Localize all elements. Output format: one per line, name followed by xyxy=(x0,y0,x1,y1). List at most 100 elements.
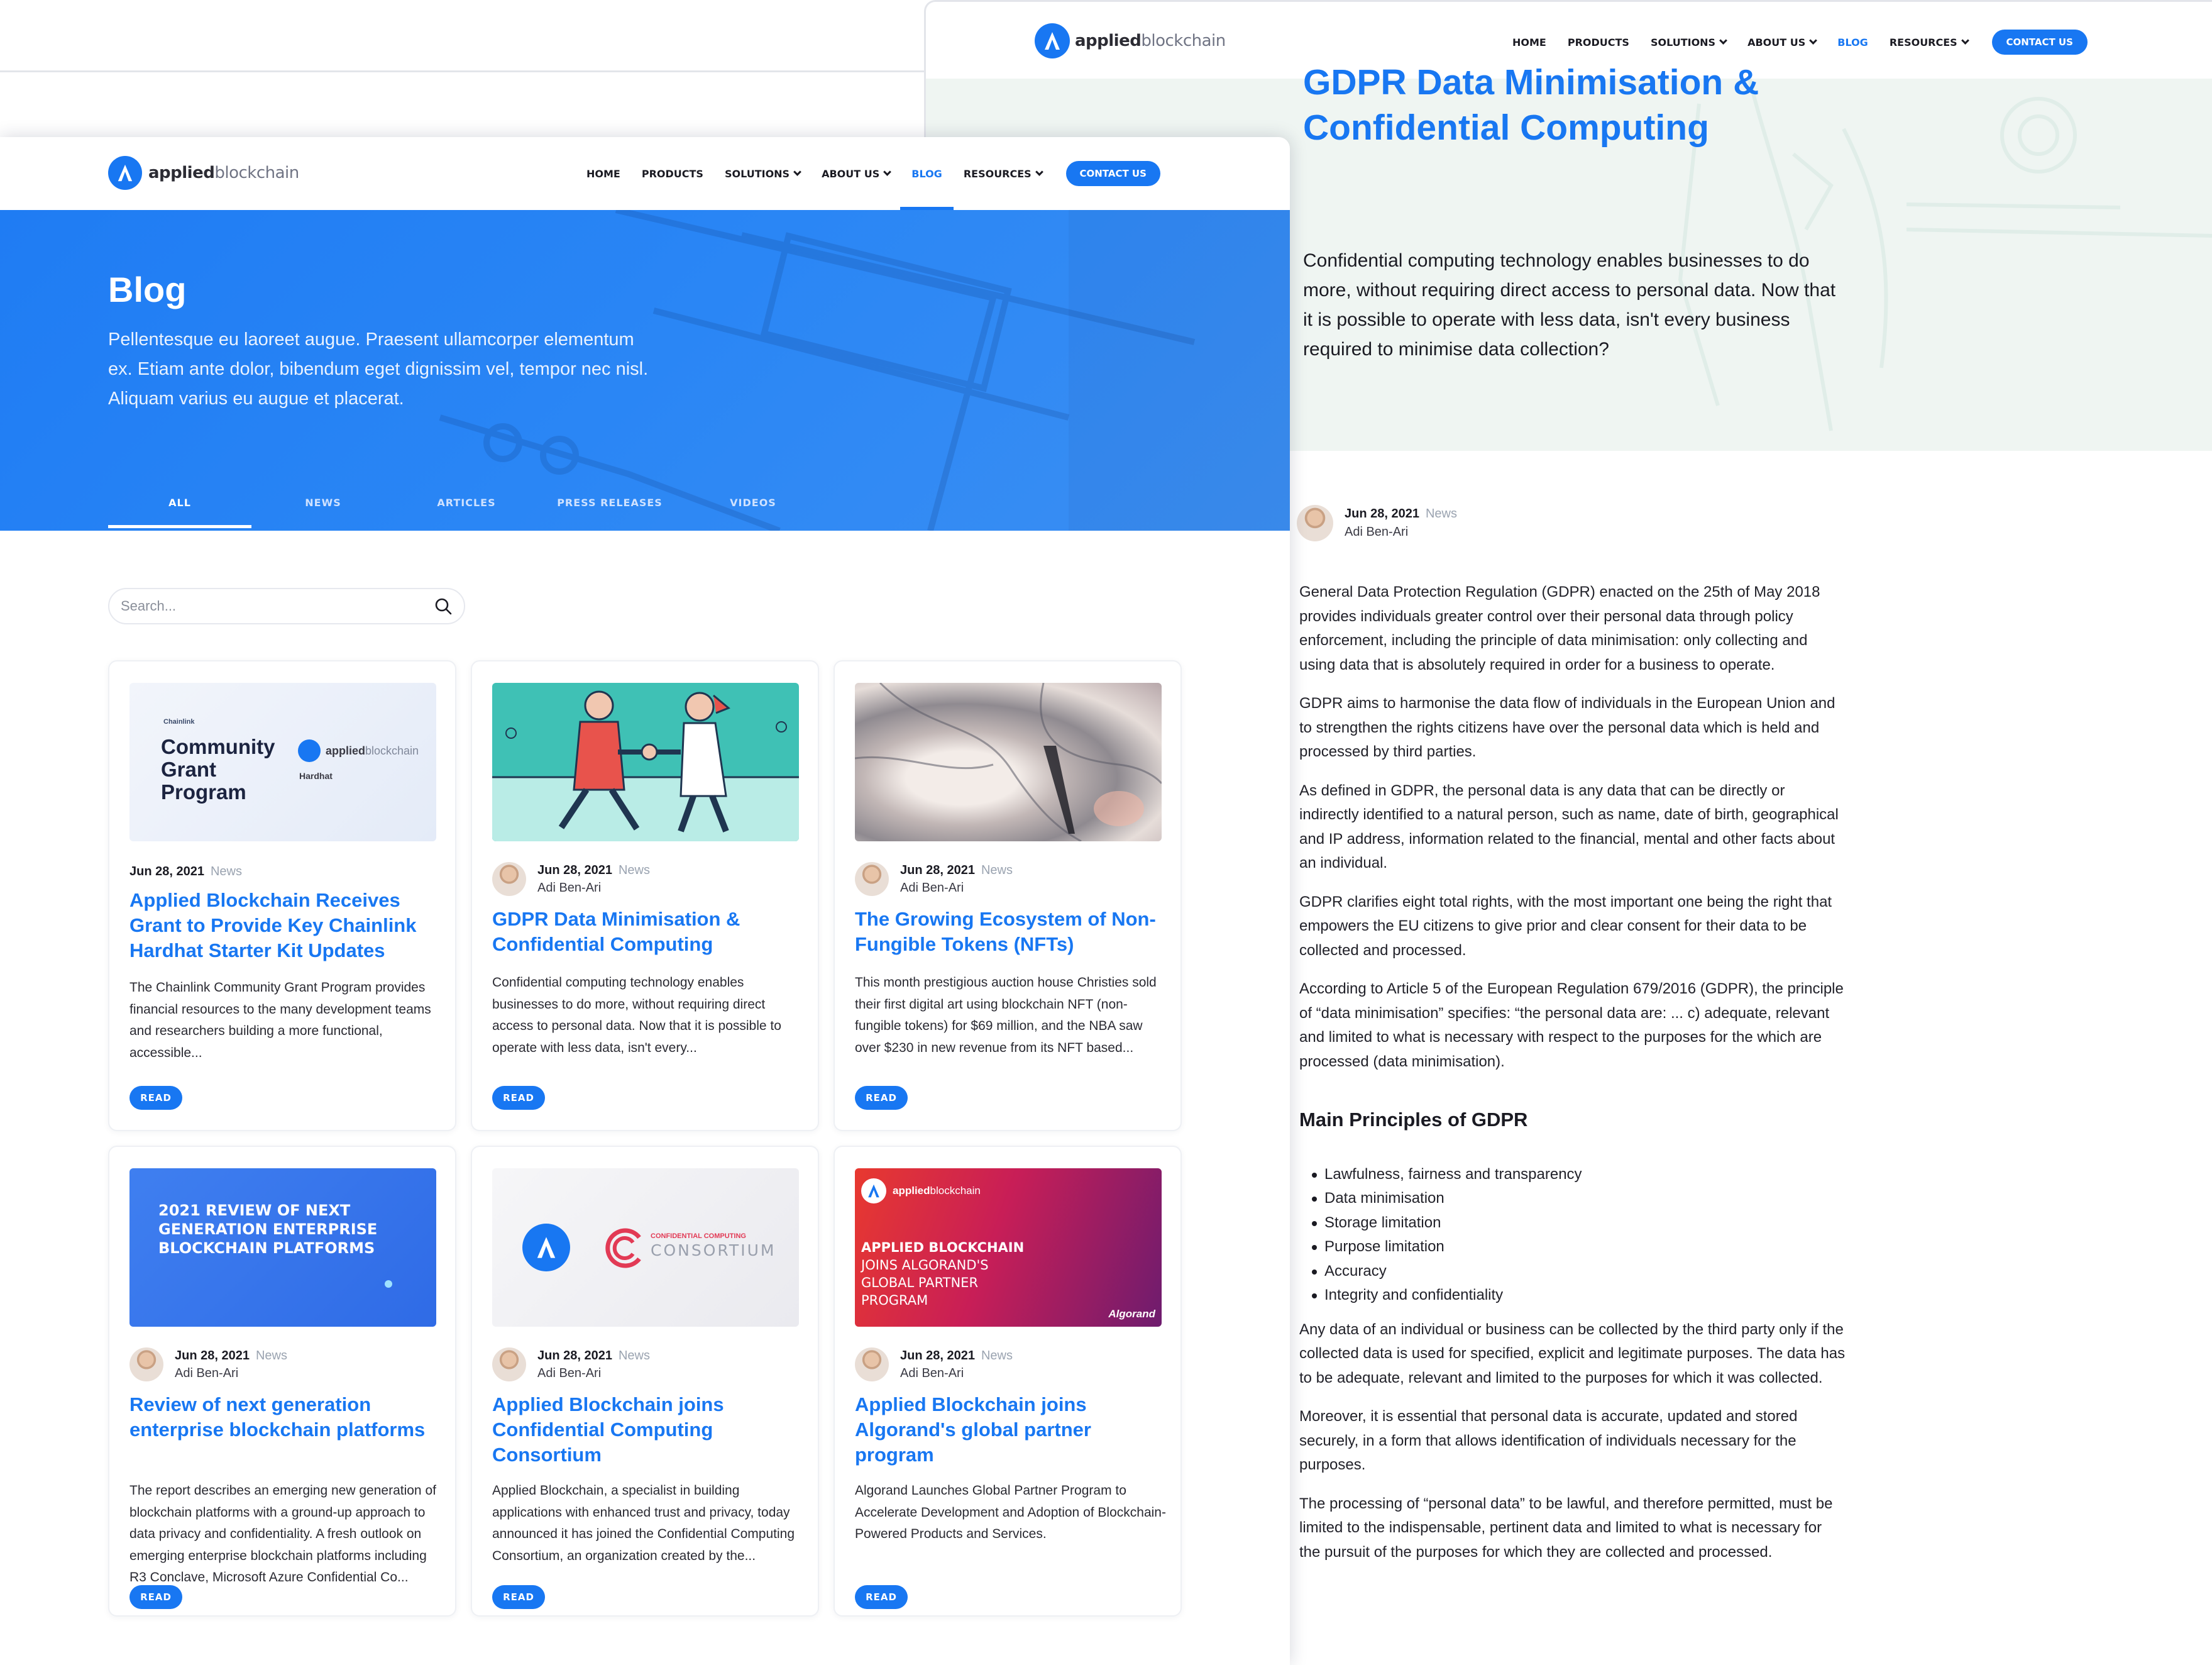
author-avatar xyxy=(1297,505,1333,541)
nav-solutions-label: SOLUTIONS xyxy=(1650,36,1716,48)
nav-products[interactable]: PRODUCTS xyxy=(642,168,703,180)
card-category[interactable]: News xyxy=(211,865,242,878)
card-meta: Jun 28, 2021 News Adi Ben-Ari xyxy=(855,861,1013,897)
blog-card[interactable]: CONFIDENTIAL COMPUTING CONSORTIUM Jun 28… xyxy=(471,1146,819,1617)
nav-resources[interactable]: RESOURCES xyxy=(1889,36,1969,48)
article-body: General Data Protection Regulation (GDPR… xyxy=(1299,580,1846,1579)
card-thumbnail xyxy=(855,683,1162,841)
tab-videos[interactable]: VIDEOS xyxy=(681,497,825,528)
blog-card[interactable]: appliedblockchain APPLIED BLOCKCHAIN JOI… xyxy=(834,1146,1182,1617)
thumb-headline: APPLIED BLOCKCHAIN JOINS ALGORAND'S GLOB… xyxy=(861,1240,1025,1308)
card-date: Jun 28, 2021 xyxy=(537,863,612,877)
nav-active-indicator xyxy=(900,206,954,210)
card-category[interactable]: News xyxy=(256,1349,287,1363)
nav-resources-label: RESOURCES xyxy=(1889,36,1957,48)
nav-solutions[interactable]: SOLUTIONS xyxy=(725,168,801,180)
nav-home[interactable]: HOME xyxy=(586,168,620,180)
card-thumbnail: Chainlink Community Grant Program applie… xyxy=(129,683,436,841)
nav-products[interactable]: PRODUCTS xyxy=(1568,36,1629,48)
search-icon[interactable] xyxy=(434,597,453,616)
blog-card[interactable]: 2021 REVIEW OF NEXT GENERATION ENTERPRIS… xyxy=(108,1146,456,1617)
tab-all[interactable]: ALL xyxy=(108,497,251,528)
card-title[interactable]: The Growing Ecosystem of Non-Fungible To… xyxy=(855,907,1166,957)
card-category[interactable]: News xyxy=(981,863,1013,877)
card-category[interactable]: News xyxy=(981,1349,1013,1363)
read-button[interactable]: READ xyxy=(492,1086,545,1110)
card-thumbnail: 2021 REVIEW OF NEXT GENERATION ENTERPRIS… xyxy=(129,1168,436,1327)
list-item: Integrity and confidentiality xyxy=(1312,1283,1846,1308)
article-category[interactable]: News xyxy=(1426,507,1457,521)
card-excerpt: Confidential computing technology enable… xyxy=(492,975,781,1055)
consortium-logo-icon xyxy=(605,1228,641,1268)
contact-us-button[interactable]: CONTACT US xyxy=(1991,30,2088,55)
card-author: Adi Ben-Ari xyxy=(900,1366,964,1380)
read-button[interactable]: READ xyxy=(855,1585,908,1609)
logo-mark-icon xyxy=(522,1224,570,1271)
article-paragraph: According to Article 5 of the European R… xyxy=(1299,980,1844,1070)
top-nav: HOME PRODUCTS SOLUTIONS ABOUT US BLOG RE… xyxy=(1512,30,2088,89)
handshake-illustration xyxy=(492,683,799,841)
contact-us-button[interactable]: CONTACT US xyxy=(1065,161,1160,186)
nav-home[interactable]: HOME xyxy=(1512,36,1546,48)
logo-mark-icon xyxy=(861,1178,886,1203)
algorand-logo: Algorand xyxy=(1108,1308,1155,1320)
read-button[interactable]: READ xyxy=(492,1585,545,1609)
article-paragraph: GDPR clarifies eight total rights, with … xyxy=(1299,893,1832,959)
card-category[interactable]: News xyxy=(619,863,650,877)
logo[interactable]: appliedblockchain xyxy=(1035,23,1226,58)
card-excerpt: The report describes an emerging new gen… xyxy=(129,1483,436,1585)
tab-articles[interactable]: ARTICLES xyxy=(395,497,538,528)
consortium-small-label: CONFIDENTIAL COMPUTING xyxy=(651,1232,746,1240)
nav-blog-label: BLOG xyxy=(911,167,942,180)
author-avatar xyxy=(855,1347,889,1381)
nav-resources[interactable]: RESOURCES xyxy=(964,168,1043,180)
list-item: Storage limitation xyxy=(1312,1211,1846,1236)
card-title[interactable]: Applied Blockchain joins Confidential Co… xyxy=(492,1392,803,1468)
read-button[interactable]: READ xyxy=(855,1086,908,1110)
search-input[interactable] xyxy=(119,597,434,615)
card-title[interactable]: Applied Blockchain joins Algorand's glob… xyxy=(855,1392,1166,1468)
chevron-down-icon xyxy=(1035,168,1043,176)
blog-card[interactable]: Chainlink Community Grant Program applie… xyxy=(108,660,456,1131)
page-description: Pellentesque eu laoreet augue. Praesent … xyxy=(108,329,649,409)
nav-blog[interactable]: BLOG xyxy=(900,167,954,210)
card-thumbnail: appliedblockchain APPLIED BLOCKCHAIN JOI… xyxy=(855,1168,1162,1327)
read-button[interactable]: READ xyxy=(129,1086,182,1110)
card-author: Adi Ben-Ari xyxy=(537,881,602,895)
nav-blog[interactable]: BLOG xyxy=(1826,36,1879,89)
article-title: GDPR Data Minimisation & Confidential Co… xyxy=(1303,62,1759,148)
thumb-hardhat-label: Hardhat xyxy=(299,771,333,781)
logo-wordmark: appliedblockchain xyxy=(1075,31,1226,50)
list-item: Lawfulness, fairness and transparency xyxy=(1312,1163,1846,1187)
logo-wordmark: appliedblockchain xyxy=(148,163,299,182)
chevron-down-icon xyxy=(1961,36,1969,45)
nav-about[interactable]: ABOUT US xyxy=(822,167,892,180)
nav-solutions[interactable]: SOLUTIONS xyxy=(1650,36,1727,48)
blog-card[interactable]: Jun 28, 2021 News Adi Ben-Ari GDPR Data M… xyxy=(471,660,819,1131)
list-item: Purpose limitation xyxy=(1312,1235,1846,1259)
nav-about[interactable]: ABOUT US xyxy=(1747,36,1818,48)
article-paragraph: Moreover, it is essential that personal … xyxy=(1299,1408,1798,1473)
article-paragraph: GDPR aims to harmonise the data flow of … xyxy=(1299,695,1835,760)
card-title[interactable]: Applied Blockchain Receives Grant to Pro… xyxy=(129,888,441,963)
tab-news[interactable]: NEWS xyxy=(251,497,395,528)
card-category[interactable]: News xyxy=(619,1349,650,1363)
card-title[interactable]: Review of next generation enterprise blo… xyxy=(129,1392,441,1442)
card-meta: Jun 28, 2021 News Adi Ben-Ari xyxy=(855,1347,1013,1382)
card-title[interactable]: GDPR Data Minimisation & Confidential Co… xyxy=(492,907,803,957)
article-paragraph: As defined in GDPR, the personal data is… xyxy=(1299,782,1839,872)
dot-icon xyxy=(385,1280,392,1288)
logo[interactable]: appliedblockchain xyxy=(108,156,299,190)
page-title: Blog xyxy=(108,270,187,309)
author-avatar xyxy=(129,1347,163,1381)
tab-press-releases[interactable]: PRESS RELEASES xyxy=(538,497,681,528)
marble-texture-image xyxy=(855,683,1162,841)
thumb-logo-word: appliedblockchain xyxy=(326,744,419,757)
read-button[interactable]: READ xyxy=(129,1585,182,1609)
list-item: Accuracy xyxy=(1312,1259,1846,1284)
blog-card[interactable]: Jun 28, 2021 News Adi Ben-Ari The Growing… xyxy=(834,660,1182,1131)
card-author: Adi Ben-Ari xyxy=(537,1366,602,1380)
blog-hero: Blog Pellentesque eu laoreet augue. Prae… xyxy=(0,210,1290,531)
nav-about-label: ABOUT US xyxy=(822,167,880,180)
card-meta: Jun 28, 2021 News xyxy=(129,863,242,880)
